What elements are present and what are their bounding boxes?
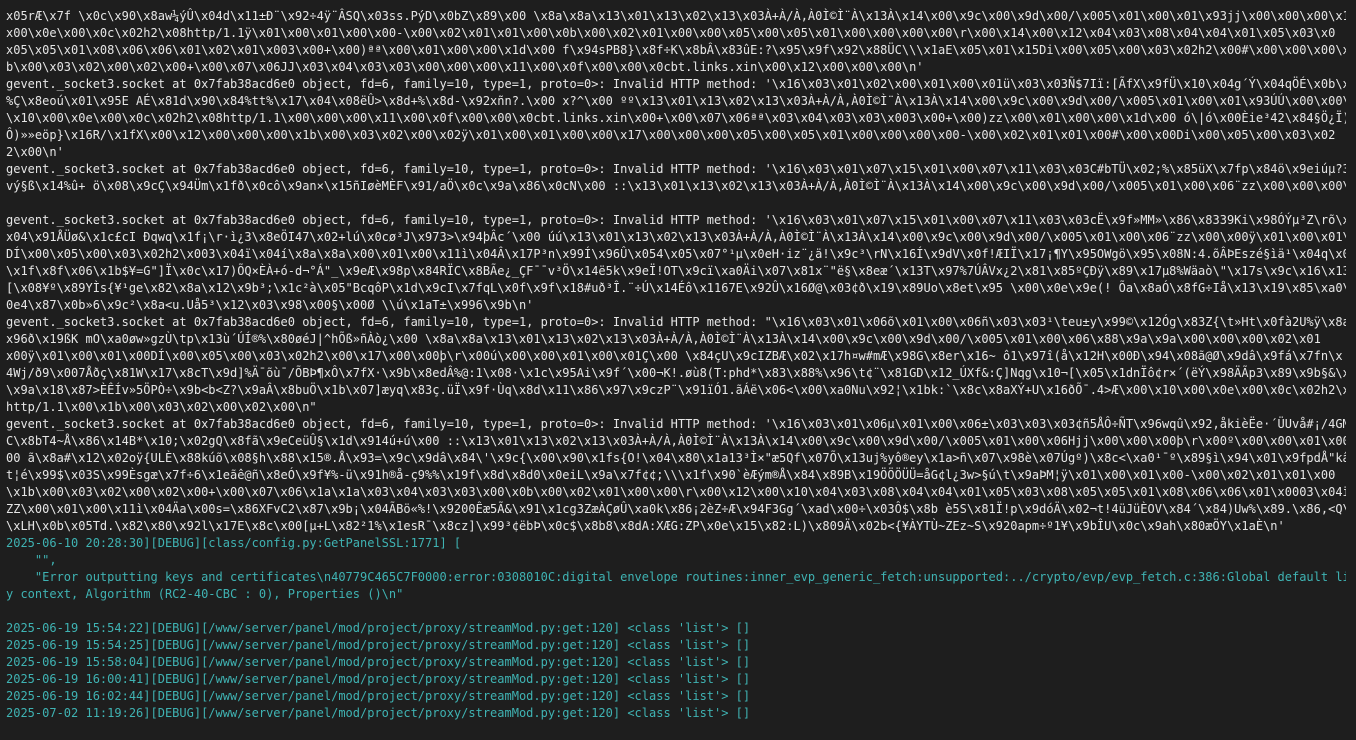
raw-log-line: gevent._socket3.socket at 0x7fab38acd6e0… [6, 417, 1356, 431]
raw-log-line: t¦é\x99$\x03S\x99Èsgæ\x7f÷6\x1eãê@ñ\x8eÓ… [6, 468, 1336, 482]
raw-log-line: http/1.1\x00\x1b\x00\x03\x02\x00\x02\x00… [6, 400, 317, 414]
debug-log-line: 2025-07-02 11:19:26][DEBUG][/www/server/… [6, 706, 751, 720]
raw-log-line: 4Wj/ð9\x007Åðç\x81W\x17\x8cT\x9d]%Ä¯õù¯/… [6, 366, 1356, 380]
raw-log-line: \x1b\x00\x03\x02\x00\x02\x00+\x00\x07\x0… [6, 485, 1356, 499]
raw-log-line: x05\x05\x01\x08\x06\x06\x01\x02\x01\x003… [6, 43, 1350, 57]
terminal-scrollbar[interactable] [1346, 0, 1356, 740]
debug-log-line: 2025-06-19 15:54:25][DEBUG][/www/server/… [6, 638, 751, 652]
raw-log-line: gevent._socket3.socket at 0x7fab38acd6e0… [6, 77, 1356, 91]
raw-socket-log-block: x05rÆ\x7f \x0c\x90\x8aw¼ýÛ\x04d\x11±Ð¨\x… [6, 8, 1356, 535]
raw-log-line: 2\x00\n' [6, 145, 64, 159]
raw-log-line: C\x8bT4~Å\x86\x14B*\x10;\x02gQ\x8fã\x9eC… [6, 434, 1356, 448]
raw-log-line: %Ç\x8eoú\x01\x95E AÉ\x81d\x90\x84%tt%\x1… [6, 94, 1356, 108]
debug-log-block: 2025-06-19 15:54:22][DEBUG][/www/server/… [6, 620, 1356, 722]
raw-log-line: [\x08¥º\x89YÌs{¥¹ge\x82\x8a\x12\x9b³;\x1… [6, 281, 1356, 295]
raw-log-line: Ô)»»eöp}\x16R/\x1fX\x00\x12\x00\x00\x00\… [6, 128, 1336, 142]
raw-log-line [6, 195, 1356, 212]
json-log-line: "", [6, 553, 57, 567]
debug-log-line: 2025-06-19 16:02:44][DEBUG][/www/server/… [6, 689, 751, 703]
raw-log-line: \x1f\x8f\x06\x1b$¥=G"]Ï\x0c\x17)ÕQ×ÈÀ+ó-… [6, 264, 1356, 278]
raw-log-line: 00 ã\x8a#\x12\x02oÿ{ULÈ\x88kúõ\x08§h\x88… [6, 451, 1356, 465]
raw-log-line: gevent._socket3.socket at 0x7fab38acd6e0… [6, 315, 1356, 329]
raw-log-line: \x10\x00\x0e\x00\x0c\x02h2\x08http/1.1\x… [6, 111, 1356, 125]
raw-log-line: x96ð\x19ßK mO\xa0øw»gzÙ\tp\x13ù´ÚÍ®%\x80… [6, 332, 1321, 346]
raw-log-line: \xLH\x0b\x05Td.\x82\x80\x92l\x17E\x8c\x0… [6, 519, 1285, 533]
raw-log-line: x00ÿ\x01\x00\x01\x00DÍ\x00\x05\x00\x03\x… [6, 349, 1343, 363]
debug-log-line: 2025-06-19 15:58:04][DEBUG][/www/server/… [6, 655, 751, 669]
json-log-line: "Error outputting keys and certificates\… [6, 570, 1356, 584]
raw-log-line: 0e4\x87\x0b»6\x9c²\x8a<u.Uå5³\x12\x03\x9… [6, 298, 534, 312]
raw-log-line: ZZ\x00\x01\x00\x11ì\x04Äa\x00s=\x86XFvC2… [6, 502, 1356, 516]
json-log-line: y context, Algorithm (RC2-40-CBC : 0), P… [6, 587, 404, 601]
raw-log-line: DÍ\x00\x05\x00\x03\x02h2\x003\x04ï\x04í\… [6, 247, 1356, 261]
terminal-log-output[interactable]: x05rÆ\x7f \x0c\x90\x8aw¼ýÛ\x04d\x11±Ð¨\x… [0, 0, 1356, 740]
raw-log-line: x00\x0e\x00\x0c\x02h2\x08http/1.1ÿ\x01\x… [6, 26, 1336, 40]
raw-log-line: gevent._socket3.socket at 0x7fab38acd6e0… [6, 213, 1356, 227]
raw-log-line: vý§ß\x14%û+ ö\x08\x9cÇ\x94Üm\x1fð\x0cô\x… [6, 179, 1356, 193]
debug-json-block: "", "Error outputting keys and certifica… [6, 552, 1356, 603]
raw-log-line: b\x00\x03\x02\x00\x02\x00+\x00\x07\x06JJ… [6, 60, 924, 74]
raw-log-line: x04\x91ÅÜø&\x1c£cI Ðqwq\x1f¡\r·ì¿3\x8eÖI… [6, 230, 1356, 244]
raw-log-line: \x9a\x18\x87>ÈÊÍv»5ÖPÒ÷\x9b<b<Z?\x9aÂ\x8… [6, 383, 1356, 397]
debug-header-line: 2025-06-10 20:28:30][DEBUG][class/config… [6, 536, 462, 550]
debug-log-line: 2025-06-19 16:00:41][DEBUG][/www/server/… [6, 672, 751, 686]
debug-log-line: 2025-06-19 15:54:22][DEBUG][/www/server/… [6, 621, 751, 635]
raw-log-line: gevent._socket3.socket at 0x7fab38acd6e0… [6, 162, 1356, 176]
raw-log-line: x05rÆ\x7f \x0c\x90\x8aw¼ýÛ\x04d\x11±Ð¨\x… [6, 9, 1356, 23]
